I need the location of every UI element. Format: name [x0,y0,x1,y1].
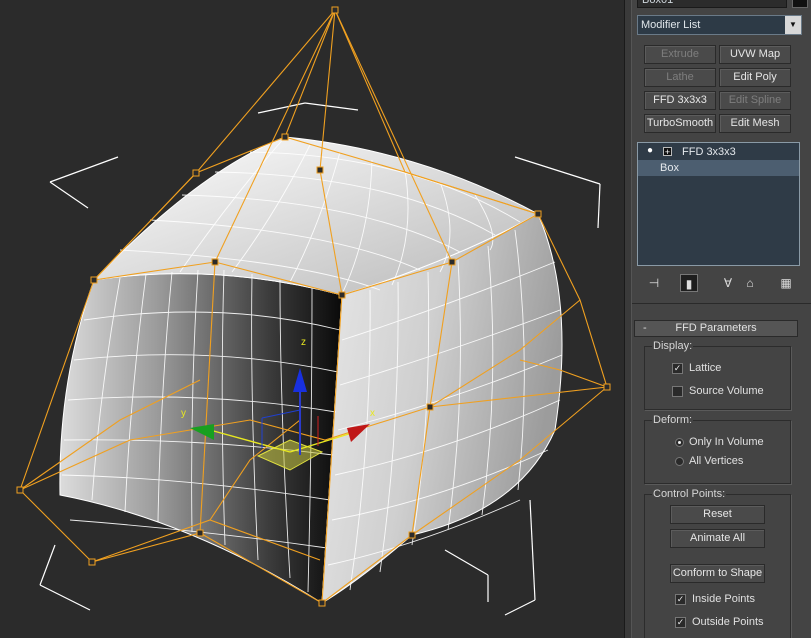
modifier-list-label: Modifier List [641,19,701,31]
all-vertices-radio[interactable] [675,457,684,466]
gizmo-label-z: z [301,337,306,348]
panel-divider [632,303,811,304]
gizmo-label-x: x [370,408,375,419]
command-panel: Box01 Modifier List ▼ Extrude UVW Map La… [632,0,811,638]
panel-splitter[interactable] [624,0,632,638]
modifier-stack[interactable]: ● + FFD 3x3x3 Box [637,142,800,266]
extrude-button[interactable]: Extrude [644,45,716,64]
configure-sets-icon[interactable]: ▦ [777,274,795,292]
reset-button[interactable]: Reset [670,505,765,524]
all-vertices-label: All Vertices [689,455,744,467]
stack-toolbar: ⊣ ▮ ∀ ⌂ ▦ [637,272,802,294]
only-in-volume-radio[interactable] [675,438,684,447]
turbosmooth-button[interactable]: TurboSmooth [644,114,716,133]
stack-item-ffd-label: FFD 3x3x3 [682,146,736,158]
display-group-title: Display: [652,340,694,352]
edit-spline-button[interactable]: Edit Spline [719,91,791,110]
expand-plus-icon[interactable]: + [663,147,672,157]
gizmo-label-y: y [181,408,186,419]
animate-all-button[interactable]: Animate All [670,529,765,548]
chevron-down-icon[interactable]: ▼ [785,16,801,34]
lightbulb-icon[interactable]: ● [647,146,657,156]
conform-to-shape-button[interactable]: Conform to Shape [670,564,765,583]
rollout-title: FFD Parameters [675,322,757,334]
pin-stack-icon[interactable]: ⊣ [645,274,663,292]
stack-item-ffd[interactable]: ● + FFD 3x3x3 [638,144,799,160]
edit-poly-button[interactable]: Edit Poly [719,68,791,87]
outside-points-label: Outside Points [692,616,764,628]
uvw-map-button[interactable]: UVW Map [719,45,791,64]
deform-group [644,420,791,484]
viewport-perspective[interactable]: y x z [0,0,624,638]
object-color-swatch[interactable] [792,0,808,8]
deform-group-title: Deform: [652,414,694,426]
make-unique-icon[interactable]: ∀ [719,274,737,292]
display-group [644,346,791,410]
lathe-button[interactable]: Lathe [644,68,716,87]
ffd-parameters-rollout[interactable]: - FFD Parameters [634,320,798,337]
source-volume-checkbox[interactable] [672,386,683,397]
control-points-group-title: Control Points: [652,488,727,500]
show-end-result-icon[interactable]: ▮ [680,274,698,292]
inside-points-checkbox[interactable]: ✓ [675,594,686,605]
only-in-volume-label: Only In Volume [689,436,764,448]
lattice-label: Lattice [689,362,722,374]
lattice-checkbox[interactable]: ✓ [672,363,683,374]
scene-canvas[interactable]: y x z [0,0,624,638]
object-name-field[interactable]: Box01 [637,0,787,8]
modifier-list-dropdown[interactable]: Modifier List ▼ [637,15,802,35]
stack-item-box[interactable]: Box [638,160,799,176]
inside-points-label: Inside Points [692,593,755,605]
ffd-3x3x3-button[interactable]: FFD 3x3x3 [644,91,716,110]
source-volume-label: Source Volume [689,385,764,397]
edit-mesh-button[interactable]: Edit Mesh [719,114,791,133]
remove-modifier-icon[interactable]: ⌂ [741,274,759,292]
outside-points-checkbox[interactable]: ✓ [675,617,686,628]
